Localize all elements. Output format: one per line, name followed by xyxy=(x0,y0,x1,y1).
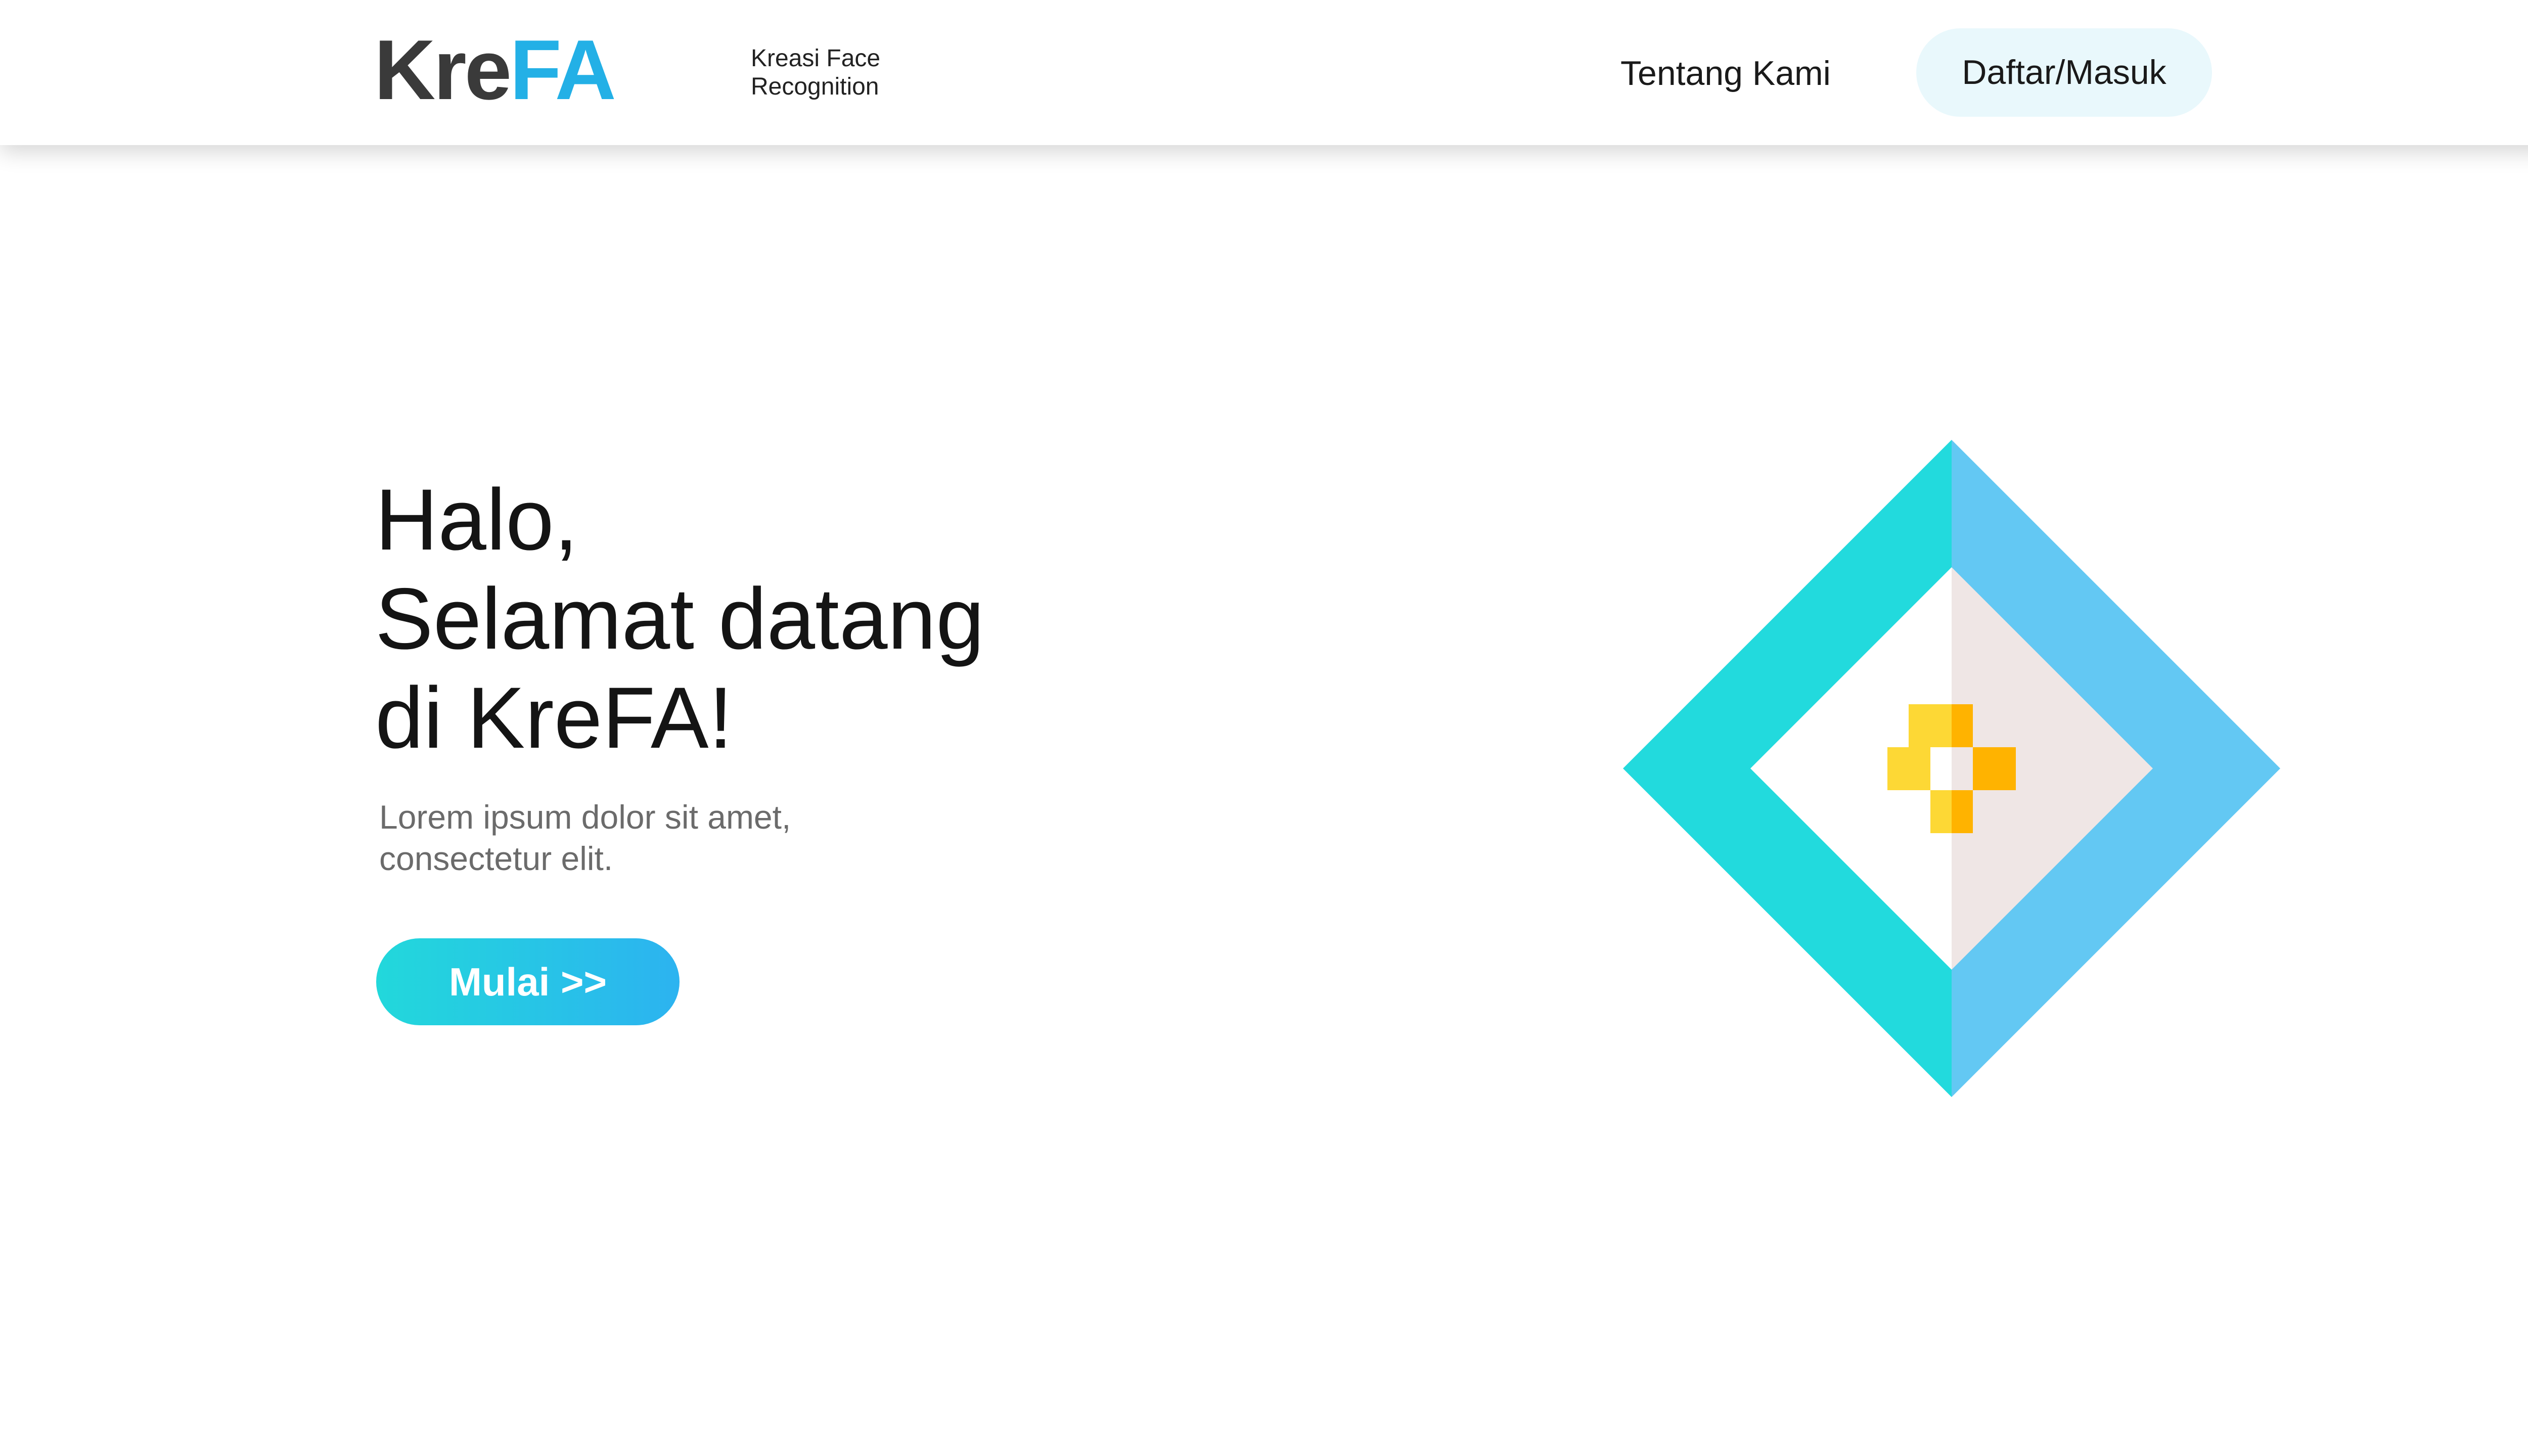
logo-text-kre: Kre xyxy=(374,22,512,117)
start-button[interactable]: Mulai >> xyxy=(376,938,680,1025)
hero-title-line: di KreFA! xyxy=(375,669,733,766)
hero-subtitle-line: consectetur elit. xyxy=(379,840,613,877)
plus-center-left xyxy=(1930,747,1952,790)
nav-about-link[interactable]: Tentang Kami xyxy=(1620,53,1831,94)
register-login-button[interactable]: Daftar/Masuk xyxy=(1916,28,2212,117)
plus-top-right xyxy=(1952,704,1973,747)
krefa-logo[interactable]: KreFA xyxy=(374,27,616,112)
landing-page: KreFA Kreasi Face Recognition Tentang Ka… xyxy=(0,0,2528,1456)
plus-right xyxy=(1973,747,2016,790)
logo-text-fa: FA xyxy=(510,22,616,117)
plus-left xyxy=(1887,747,1930,790)
hero-subtitle: Lorem ipsum dolor sit amet, consectetur … xyxy=(379,796,791,879)
hero-title-line: Selamat datang xyxy=(375,570,984,667)
diamond-face-recognition-icon xyxy=(1623,440,2280,1097)
hero-subtitle-line: Lorem ipsum dolor sit amet, xyxy=(379,798,791,836)
plus-center-right xyxy=(1952,747,1973,790)
plus-bottom-left xyxy=(1930,790,1952,833)
plus-top-left-cell xyxy=(1930,704,1952,747)
top-navbar: KreFA Kreasi Face Recognition Tentang Ka… xyxy=(0,0,2528,145)
logo-tagline: Kreasi Face Recognition xyxy=(751,45,881,100)
plus-bottom-right xyxy=(1952,790,1973,833)
hero-title: Halo, Selamat datang di KreFA! xyxy=(375,470,984,767)
hero-title-line: Halo, xyxy=(375,471,578,568)
